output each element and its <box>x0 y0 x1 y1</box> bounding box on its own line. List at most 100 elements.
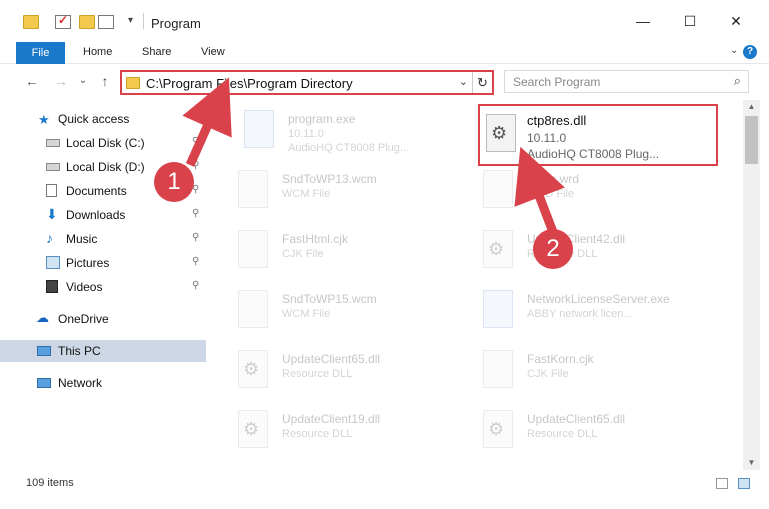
tab-view[interactable]: View <box>201 46 225 58</box>
sidebar-item-label: Pictures <box>66 256 110 270</box>
sidebar-item-label: Network <box>58 376 103 390</box>
sidebar-item-videos[interactable]: Videos ⚲ <box>0 276 206 298</box>
file-icon <box>483 170 513 208</box>
vertical-scrollbar[interactable]: ▲ ▼ <box>743 100 760 470</box>
file-item[interactable]: FastHtml.cjk CJK File <box>218 224 458 282</box>
file-icon <box>483 350 513 388</box>
sidebar-item-network[interactable]: Network <box>0 372 206 394</box>
file-item-highlighted[interactable]: ctp8res.dll 10.11.0 AudioHQ CT8008 Plug.… <box>478 104 718 166</box>
documents-icon <box>46 184 57 197</box>
file-item[interactable]: UpdateClient65.dll Resource DLL <box>218 344 458 402</box>
file-description: AudioHQ CT8008 Plug... <box>288 142 410 154</box>
maximize-button[interactable]: ☐ <box>675 10 705 32</box>
sidebar-item-music[interactable]: ♪ Music ⚲ <box>0 228 206 250</box>
scroll-down-icon[interactable]: ▼ <box>743 456 760 470</box>
pin-icon: ⚲ <box>192 256 200 267</box>
file-item[interactable]: FastKorn.cjk CJK File <box>463 344 703 402</box>
scroll-up-icon[interactable]: ▲ <box>743 100 760 114</box>
address-bar[interactable]: C:\Program Files\Program Directory ⌄ ↻ <box>120 70 494 95</box>
file-type: WCM File <box>282 188 331 200</box>
sidebar-item-label: This PC <box>58 344 101 358</box>
quick-access-dropdown-icon[interactable]: ▾ <box>128 15 133 26</box>
properties-icon[interactable] <box>55 13 71 29</box>
drive-icon <box>46 163 60 171</box>
file-item[interactable]: Basic.wrd WRD File <box>463 164 703 222</box>
search-input[interactable]: Search Program ⌕ <box>504 70 749 93</box>
folder-icon <box>126 77 140 89</box>
file-version: 10.11.0 <box>288 128 324 140</box>
scroll-thumb[interactable] <box>745 116 758 164</box>
file-type: CJK File <box>527 368 569 380</box>
file-icon <box>238 170 268 208</box>
pin-icon: ⚲ <box>192 208 200 219</box>
forward-button[interactable]: → <box>52 72 70 90</box>
sidebar-item-downloads[interactable]: ⬇ Downloads ⚲ <box>0 204 206 226</box>
file-item[interactable]: UpdateClient42.dll Resource DLL <box>463 224 703 282</box>
file-type: WRD File <box>527 188 575 200</box>
sidebar-item-label: OneDrive <box>58 312 109 326</box>
address-dropdown-icon[interactable]: ⌄ <box>459 75 468 88</box>
file-item[interactable]: NetworkLicenseServer.exe ABBY network li… <box>463 284 703 342</box>
music-icon: ♪ <box>46 230 53 246</box>
up-button[interactable]: ↑ <box>96 72 114 90</box>
file-type: ABBY network licen... <box>527 308 633 320</box>
gear-file-icon <box>483 230 513 268</box>
sidebar-item-label: Music <box>66 232 98 246</box>
file-item[interactable]: UpdateClient19.dll Resource DLL <box>218 404 458 462</box>
file-name: FastHtml.cjk <box>282 232 348 246</box>
large-icons-view-icon[interactable] <box>738 478 750 489</box>
file-name: ctp8res.dll <box>527 113 587 128</box>
step-badge-1: 1 <box>154 162 194 202</box>
file-type: Resource DLL <box>282 368 353 380</box>
file-name: program.exe <box>288 112 356 126</box>
sidebar-item-pictures[interactable]: Pictures ⚲ <box>0 252 206 274</box>
file-type: CJK File <box>282 248 324 260</box>
sidebar-item-onedrive[interactable]: ☁ OneDrive <box>0 308 206 330</box>
refresh-button[interactable]: ↻ <box>472 72 492 93</box>
sidebar-item-this-pc[interactable]: This PC <box>0 340 206 362</box>
drive-icon <box>46 139 60 147</box>
window-title: Program <box>151 16 201 31</box>
file-name: UpdateClient65.dll <box>282 352 381 366</box>
file-icon <box>238 290 268 328</box>
new-folder-icon[interactable] <box>79 15 95 29</box>
file-list: program.exe 10.11.0 AudioHQ CT8008 Plug.… <box>208 100 743 470</box>
close-button[interactable]: ✕ <box>721 10 751 32</box>
address-path[interactable]: C:\Program Files\Program Directory <box>146 76 353 91</box>
file-item[interactable]: SndToWP15.wcm WCM File <box>218 284 458 342</box>
file-version: 10.11.0 <box>527 131 567 145</box>
pin-icon: ⚲ <box>192 280 200 291</box>
file-type: Resource DLL <box>527 428 598 440</box>
app-icon <box>483 290 513 328</box>
tab-share[interactable]: Share <box>142 46 171 58</box>
file-item[interactable]: program.exe 10.11.0 AudioHQ CT8008 Plug.… <box>224 104 464 162</box>
pictures-icon <box>46 256 60 269</box>
search-placeholder: Search Program <box>513 75 601 89</box>
gear-file-icon <box>238 410 268 448</box>
videos-icon <box>46 280 58 293</box>
sidebar-item-label: Downloads <box>66 208 126 222</box>
navigation-pane: ★ Quick access Local Disk (C:) ⚲ Local D… <box>0 100 208 470</box>
tab-file[interactable]: File <box>16 42 65 64</box>
tab-home[interactable]: Home <box>83 46 112 58</box>
sidebar-item-quick-access[interactable]: ★ Quick access <box>0 108 206 130</box>
search-icon[interactable]: ⌕ <box>734 73 741 89</box>
file-name: SndToWP15.wcm <box>282 292 377 306</box>
file-item[interactable]: UpdateClient65.dll Resource DLL <box>463 404 703 462</box>
details-view-icon[interactable] <box>716 478 728 489</box>
expand-ribbon-icon[interactable]: ⌄ <box>730 45 738 56</box>
recent-locations-button[interactable]: ⌄ <box>74 72 92 90</box>
file-type: WCM File <box>282 308 331 320</box>
sidebar-item-local-disk-c[interactable]: Local Disk (C:) ⚲ <box>0 132 206 154</box>
sidebar-item-label: Local Disk (C:) <box>66 136 145 150</box>
cloud-icon: ☁ <box>36 310 49 325</box>
file-description: AudioHQ CT8008 Plug... <box>527 147 660 161</box>
app-icon <box>244 110 274 148</box>
file-item[interactable]: SndToWP13.wcm WCM File <box>218 164 458 222</box>
back-button[interactable]: ← <box>23 72 41 90</box>
ribbon: File Home Share View ⌄ ? <box>0 42 769 64</box>
customize-icon[interactable] <box>98 15 114 29</box>
separator <box>143 13 144 29</box>
minimize-button[interactable]: — <box>628 10 658 32</box>
help-icon[interactable]: ? <box>743 45 757 59</box>
